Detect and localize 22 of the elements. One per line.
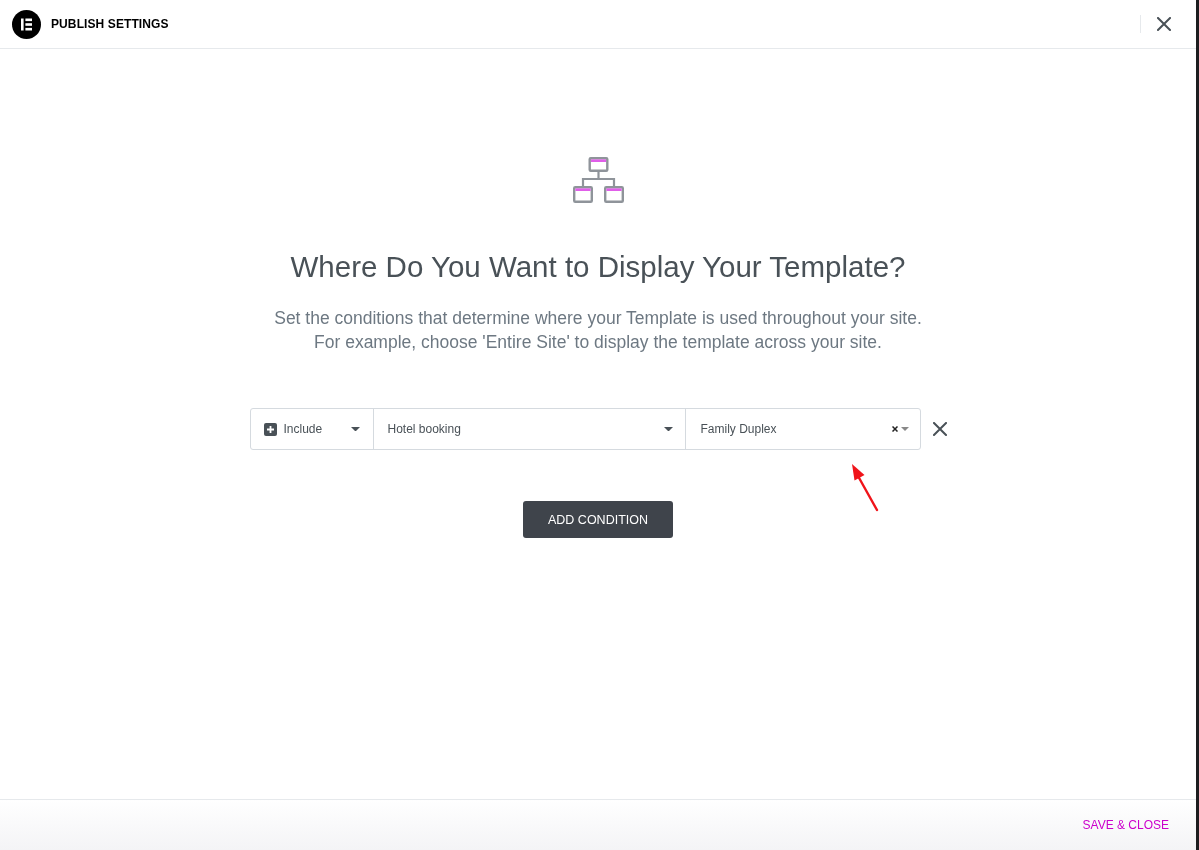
add-condition-button[interactable]: ADD CONDITION: [523, 501, 673, 538]
sitemap-icon: [572, 157, 624, 204]
description-text: For example, choose 'Entire Site' to display the template across your site.: [314, 331, 882, 354]
logo-icon: [12, 9, 41, 39]
plus-square-icon: [263, 422, 277, 436]
caret-icon: [900, 427, 909, 431]
clear-icon[interactable]: [891, 426, 898, 432]
dialog-title: PUBLISH SETTINGS: [51, 17, 169, 31]
close-icon[interactable]: [932, 422, 947, 436]
heading: Where Do You Want to Display Your Template?: [290, 250, 906, 284]
save-and-close-button[interactable]: SAVE & CLOSE: [1082, 814, 1169, 836]
type-select[interactable]: Include: [250, 409, 373, 449]
annotation-arrow: [849, 462, 880, 512]
select-value: Hotel booking: [387, 422, 461, 436]
description-text: Set the conditions that determine where your Template is used throughout your site.: [274, 307, 922, 330]
select-value: Family Duplex: [700, 422, 777, 436]
item-select[interactable]: Family Duplex: [684, 409, 920, 449]
caret-icon: [663, 426, 673, 432]
select-value: Include: [283, 422, 323, 436]
rule-select[interactable]: Hotel booking: [372, 409, 685, 449]
close-icon[interactable]: [1157, 17, 1171, 31]
caret-icon: [350, 426, 360, 432]
